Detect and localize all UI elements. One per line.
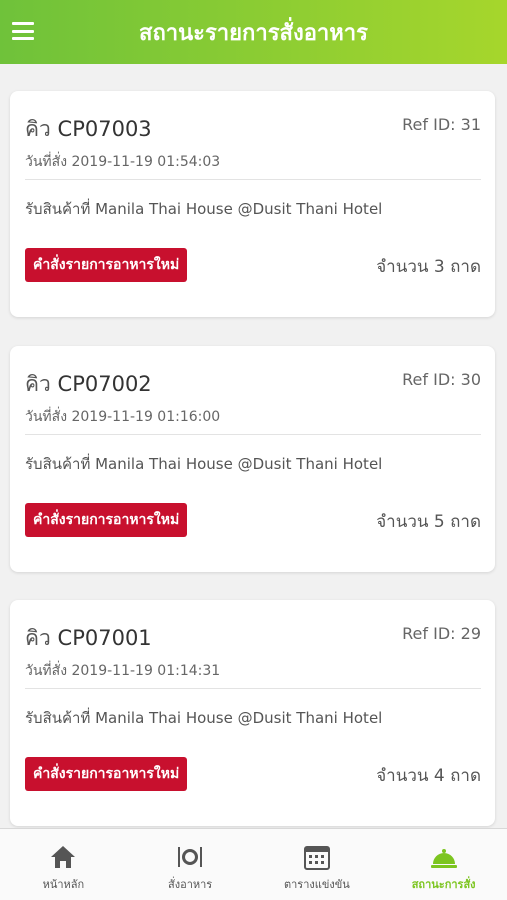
tab-label: สถานะการสั่ง xyxy=(411,878,476,891)
tab-home[interactable]: หน้าหลัก xyxy=(0,829,127,900)
food-cloche-icon xyxy=(430,849,457,868)
ref-id: Ref ID: 30 xyxy=(402,370,481,389)
order-card[interactable]: คิว CP07002 Ref ID: 30 วันที่สั่ง 2019-1… xyxy=(10,346,495,572)
order-date: วันที่สั่ง 2019-11-19 01:54:03 xyxy=(25,154,221,170)
divider xyxy=(25,179,481,180)
page-title: สถานะรายการสั่งอาหาร xyxy=(139,20,368,46)
dining-icon xyxy=(178,847,203,867)
app-header: สถานะรายการสั่งอาหาร xyxy=(0,0,507,64)
quantity: จำนวน 3 ถาด xyxy=(376,257,481,277)
bottom-tab-bar: หน้าหลัก สั่งอาหาร ตารางแข่งขัน สถานะการ… xyxy=(0,828,507,900)
divider xyxy=(25,434,481,435)
pickup-location: รับสินค้าที่ Manila Thai House @Dusit Th… xyxy=(25,455,383,473)
order-date: วันที่สั่ง 2019-11-19 01:14:31 xyxy=(25,663,221,679)
queue-code: CP07002 xyxy=(57,372,152,396)
queue-number: คิว CP07001 xyxy=(25,622,152,655)
order-card[interactable]: คิว CP07003 Ref ID: 31 วันที่สั่ง 2019-1… xyxy=(10,91,495,317)
order-card[interactable]: คิว CP07001 Ref ID: 29 วันที่สั่ง 2019-1… xyxy=(10,600,495,826)
tab-label: หน้าหลัก xyxy=(42,878,85,891)
calendar-icon xyxy=(303,846,330,870)
queue-code: CP07003 xyxy=(57,117,152,141)
tab-schedule[interactable]: ตารางแข่งขัน xyxy=(254,829,381,900)
pickup-location: รับสินค้าที่ Manila Thai House @Dusit Th… xyxy=(25,709,383,727)
queue-prefix: คิว xyxy=(25,372,51,396)
queue-prefix: คิว xyxy=(25,117,51,141)
queue-number: คิว CP07002 xyxy=(25,368,152,401)
queue-number: คิว CP07003 xyxy=(25,113,152,146)
tab-order-status[interactable]: สถานะการสั่ง xyxy=(380,829,507,900)
hamburger-menu-icon[interactable] xyxy=(12,22,34,40)
status-badge: คำสั่งรายการอาหารใหม่ xyxy=(25,248,188,282)
tab-label: สั่งอาหาร xyxy=(168,878,213,891)
tab-order-food[interactable]: สั่งอาหาร xyxy=(127,829,254,900)
divider xyxy=(25,688,481,689)
ref-id: Ref ID: 31 xyxy=(402,115,481,134)
ref-id: Ref ID: 29 xyxy=(402,624,481,643)
quantity: จำนวน 4 ถาด xyxy=(376,766,481,786)
queue-code: CP07001 xyxy=(57,626,152,650)
tab-label: ตารางแข่งขัน xyxy=(283,878,350,891)
status-badge: คำสั่งรายการอาหารใหม่ xyxy=(25,757,188,791)
status-badge: คำสั่งรายการอาหารใหม่ xyxy=(25,503,188,537)
order-date: วันที่สั่ง 2019-11-19 01:16:00 xyxy=(25,409,221,425)
queue-prefix: คิว xyxy=(25,626,51,650)
pickup-location: รับสินค้าที่ Manila Thai House @Dusit Th… xyxy=(25,200,383,218)
home-icon xyxy=(51,846,76,868)
quantity: จำนวน 5 ถาด xyxy=(376,512,481,532)
